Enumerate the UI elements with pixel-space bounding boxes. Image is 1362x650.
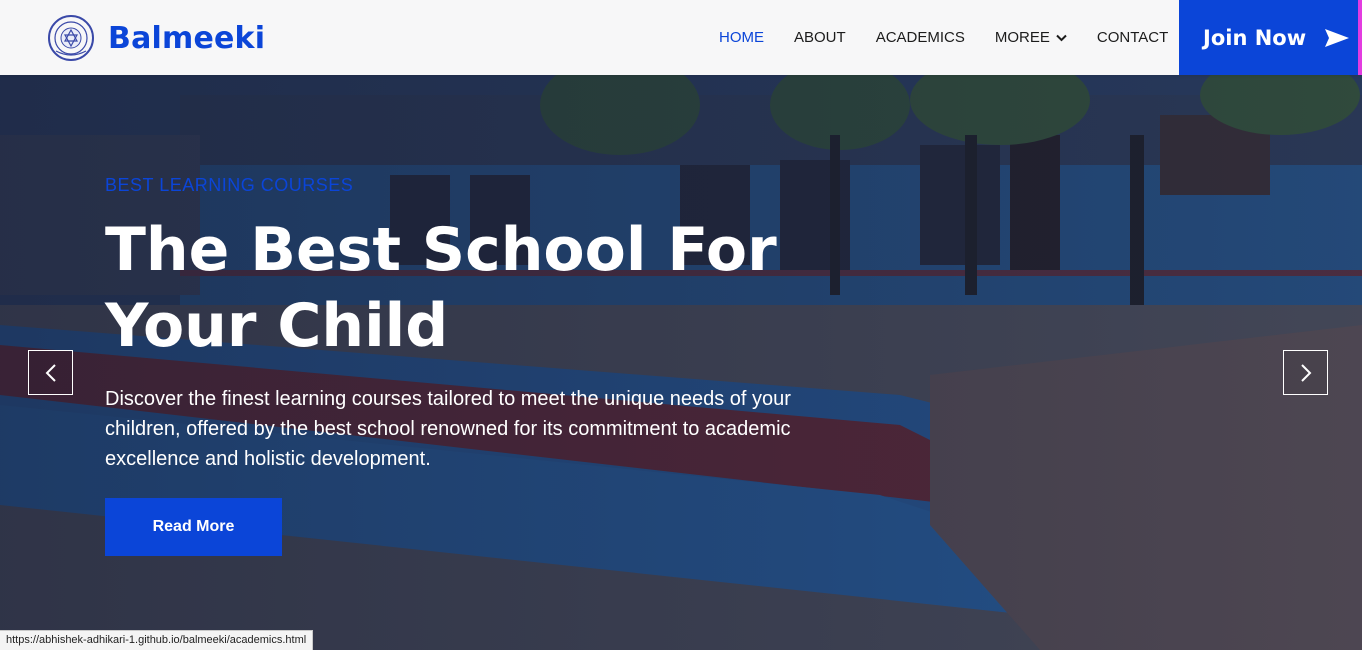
brand-name: Balmeeki (108, 20, 266, 56)
browser-status-bar: https://abhishek-adhikari-1.github.io/ba… (0, 630, 314, 650)
chevron-left-icon (45, 363, 56, 382)
main-nav: HOME ABOUT ACADEMICS MOREE CONTACT (704, 0, 1168, 75)
hero-carousel: BEST LEARNING COURSES The Best School Fo… (0, 75, 1362, 650)
brand-link[interactable]: Balmeeki (46, 13, 265, 63)
school-emblem-icon (48, 15, 94, 61)
hero-title-line-1: The Best School For (105, 215, 777, 285)
nav-home[interactable]: HOME (719, 29, 764, 46)
nav-more-label: MOREE (994, 29, 1050, 46)
edge-accent-strip (1358, 0, 1362, 75)
hero-title: The Best School For Your Child (105, 212, 825, 364)
hero-description: Discover the finest learning courses tai… (105, 388, 791, 470)
chevron-right-icon (1300, 363, 1311, 382)
carousel-prev-button[interactable] (28, 350, 73, 395)
navbar: Balmeeki HOME ABOUT ACADEMICS MOREE CONT… (0, 0, 1362, 75)
carousel-next-button[interactable] (1283, 350, 1328, 395)
hero-content: BEST LEARNING COURSES The Best School Fo… (105, 175, 825, 474)
join-now-button[interactable]: Join Now (1179, 0, 1358, 75)
hero-title-line-2: Your Child (105, 291, 449, 361)
nav-about[interactable]: ABOUT (794, 29, 846, 46)
join-now-label: Join Now (1203, 25, 1307, 50)
nav-more-dropdown[interactable]: MOREE (995, 29, 1067, 46)
nav-contact[interactable]: CONTACT (1097, 29, 1168, 46)
hero-eyebrow: BEST LEARNING COURSES (105, 175, 354, 195)
nav-academics[interactable]: ACADEMICS (876, 29, 965, 46)
chevron-down-icon (1056, 34, 1067, 41)
send-arrow-icon (1325, 28, 1350, 47)
read-more-button[interactable]: Read More (105, 498, 282, 556)
